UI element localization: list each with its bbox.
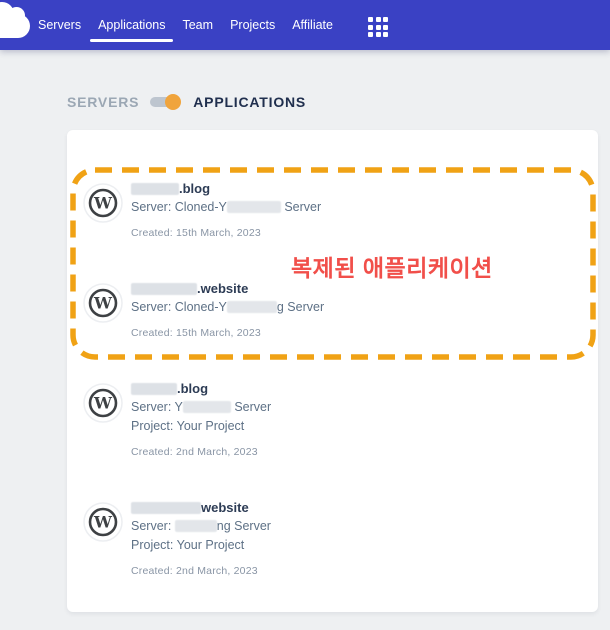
application-row[interactable]: W .website Server: Cloned-Y g Server Created… [83,280,580,340]
application-name: .blog [131,380,271,398]
view-toggle-switch[interactable] [150,94,182,110]
wordpress-icon: W [83,383,123,423]
applications-list-card: W .blog Server: Cloned-Y Server Created: 15… [67,130,598,612]
grid-dot [375,32,381,37]
application-created: Created: 2nd March, 2023 [131,565,258,577]
redacted-text [226,201,281,213]
grid-dot [368,32,373,37]
application-server: Server: Cloned-Y g Server [131,298,324,317]
application-server: Server: Cloned-Y Server [131,198,321,217]
nav-item-applications[interactable]: Applications [90,18,174,42]
grid-dot [375,24,381,30]
redacted-text [131,502,201,514]
applications-list: W .blog Server: Cloned-Y Server Created: 15… [83,180,580,578]
application-name-visible: .website [197,281,249,296]
redacted-text [131,283,197,295]
toggle-knob [165,94,182,110]
redacted-text [174,520,217,532]
redacted-text [182,401,231,413]
server-text-after: Server [230,400,272,414]
grid-dot [383,17,388,22]
application-name: .blog [131,180,321,198]
grid-apps-icon[interactable] [368,17,388,37]
application-name: website [131,499,271,517]
svg-text:W: W [93,513,113,532]
application-info: .blog Server: Cloned-Y Server Created: 15t… [131,180,321,240]
application-name-visible: .blog [179,181,211,196]
grid-dot [375,17,381,22]
servers-toggle-label[interactable]: SERVERS [67,94,139,110]
cloud-logo[interactable] [0,2,30,38]
wordpress-icon: W [83,502,123,542]
redacted-text [131,183,179,195]
annotation-text: 복제된 애플리케이션 [291,255,493,281]
application-created: Created: 15th March, 2023 [131,227,261,239]
server-text-before: Server: Cloned-Y [131,200,227,214]
top-navbar: Servers Applications Team Projects Affiliate [0,0,610,50]
nav-item-servers[interactable]: Servers [38,18,81,32]
main-nav: Servers Applications Team Projects Affiliate [38,18,333,42]
application-info: .website Server: Cloned-Y g Server Created:… [131,280,324,340]
grid-dot [368,24,373,30]
grid-dot [383,32,388,37]
application-name-visible: website [201,500,249,515]
svg-text:W: W [93,194,113,213]
application-server: Server: Y Server [131,398,271,417]
application-name-visible: .blog [177,381,209,396]
wordpress-icon: W [83,183,123,223]
application-info: website Server: ng Server Project: Your Pr… [131,499,271,578]
svg-text:W: W [93,394,113,413]
nav-item-affiliate[interactable]: Affiliate [292,18,333,32]
server-text-after: Server [280,200,322,214]
server-text-after: ng Server [216,519,271,533]
applications-toggle-label[interactable]: APPLICATIONS [193,94,306,110]
grid-dot [368,17,373,22]
nav-item-team[interactable]: Team [182,18,213,32]
application-server: Server: ng Server [131,517,271,536]
nav-item-projects[interactable]: Projects [230,18,275,32]
application-created: Created: 2nd March, 2023 [131,446,258,458]
grid-dot [383,24,388,30]
server-text-before: Server: Y [131,400,183,414]
server-text-before: Server: Cloned-Y [131,300,227,314]
svg-text:W: W [93,294,113,313]
application-row[interactable]: W .blog Server: Cloned-Y Server Created: 15… [83,180,580,240]
server-text-before: Server: [131,519,175,533]
application-info: .blog Server: Y Server Project: Your Proje… [131,380,271,459]
redacted-text [131,383,177,395]
application-row[interactable]: W .blog Server: Y Server Project: Your Proj… [83,380,580,459]
application-project: Project: Your Project [131,419,245,433]
wordpress-icon: W [83,283,123,323]
application-project: Project: Your Project [131,538,245,552]
application-row[interactable]: Wwebsite Server: ng Server Project: Your P… [83,499,580,578]
servers-applications-toggle-row: SERVERS APPLICATIONS [67,91,306,113]
server-text-after: g Server [276,300,325,314]
redacted-text [226,301,277,313]
application-created: Created: 15th March, 2023 [131,327,261,339]
